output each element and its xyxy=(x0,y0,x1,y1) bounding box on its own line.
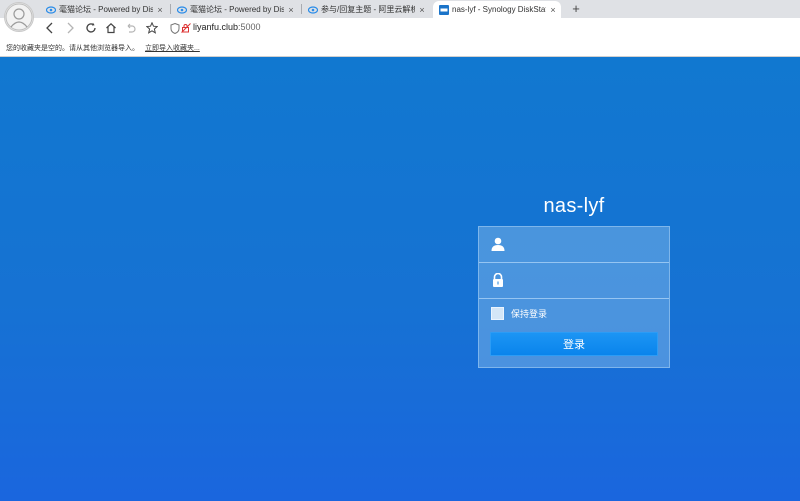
tab-close-icon[interactable]: × xyxy=(287,5,295,15)
bookmark-empty-message: 您的收藏夹是空的。请从其他浏览器导入。 xyxy=(6,45,139,52)
tab-close-icon[interactable]: × xyxy=(156,5,164,15)
tab-title: nas-lyf - Synology DiskStation xyxy=(452,5,546,14)
login-panel: 保持登录 登录 xyxy=(478,226,670,368)
insecure-lock-icon xyxy=(181,23,191,33)
username-row xyxy=(479,227,669,263)
remember-me[interactable]: 保持登录 xyxy=(491,306,547,320)
avatar-icon xyxy=(5,3,33,31)
tab-strip: 毫猫论坛 - Powered by Discuz! × 毫猫论坛 - Power… xyxy=(0,0,800,32)
site-security-indicator[interactable] xyxy=(170,21,192,35)
dsm-icon xyxy=(439,4,449,15)
user-icon xyxy=(491,237,505,251)
tab-2[interactable]: 毫猫论坛 - Powered by Discuz! × xyxy=(171,1,299,18)
lock-icon xyxy=(493,273,503,287)
home-icon xyxy=(106,22,116,34)
reload-button[interactable] xyxy=(84,21,98,35)
undo-icon xyxy=(127,23,136,33)
server-hostname: nas-lyf xyxy=(543,195,605,217)
new-tab-button[interactable]: + xyxy=(568,1,584,17)
profile-avatar[interactable] xyxy=(4,2,34,32)
arrow-left-icon xyxy=(46,22,53,34)
back-button[interactable] xyxy=(43,21,57,35)
home-button[interactable] xyxy=(104,21,118,35)
remember-label: 保持登录 xyxy=(511,308,548,319)
forward-button[interactable] xyxy=(63,21,77,35)
arrow-right-icon xyxy=(67,22,74,34)
dsm-login-page: nas-lyf 保持登录 登录 xyxy=(0,57,800,501)
bookmark-star-button[interactable] xyxy=(145,21,159,35)
tab-title: 毫猫论坛 - Powered by Discuz! xyxy=(190,5,284,14)
login-button[interactable]: 登录 xyxy=(490,332,658,356)
tab-close-icon[interactable]: × xyxy=(549,5,557,15)
address-bar[interactable]: liyanfu.club:5000 xyxy=(193,22,261,32)
reload-icon xyxy=(86,22,96,33)
tab-title: 参与/回复主题 - 阿里云解析问题 xyxy=(321,5,415,14)
tab-close-icon[interactable]: × xyxy=(418,5,426,15)
browser-toolbar: liyanfu.club:5000 xyxy=(0,18,800,38)
eye-icon xyxy=(177,5,187,15)
url-port: :5000 xyxy=(238,22,261,32)
tab-4-active[interactable]: nas-lyf - Synology DiskStation × xyxy=(433,1,561,18)
tab-3[interactable]: 参与/回复主题 - 阿里云解析问题 × xyxy=(302,1,430,18)
shield-icon xyxy=(170,22,180,34)
password-row xyxy=(479,263,669,299)
url-host: liyanfu.club xyxy=(193,22,239,32)
tab-title: 毫猫论坛 - Powered by Discuz! xyxy=(59,5,153,14)
import-bookmarks-link[interactable]: 立即导入收藏夹... xyxy=(145,43,200,53)
password-input[interactable] xyxy=(513,269,661,293)
star-icon xyxy=(146,22,158,34)
tab-1[interactable]: 毫猫论坛 - Powered by Discuz! × xyxy=(40,1,168,18)
remember-checkbox[interactable] xyxy=(491,306,504,320)
undo-close-button[interactable] xyxy=(124,21,138,35)
eye-icon xyxy=(46,5,56,15)
bookmark-bar: 您的收藏夹是空的。请从其他浏览器导入。 立即导入收藏夹... xyxy=(0,38,800,57)
username-input[interactable] xyxy=(513,233,661,257)
eye-icon xyxy=(308,5,318,15)
